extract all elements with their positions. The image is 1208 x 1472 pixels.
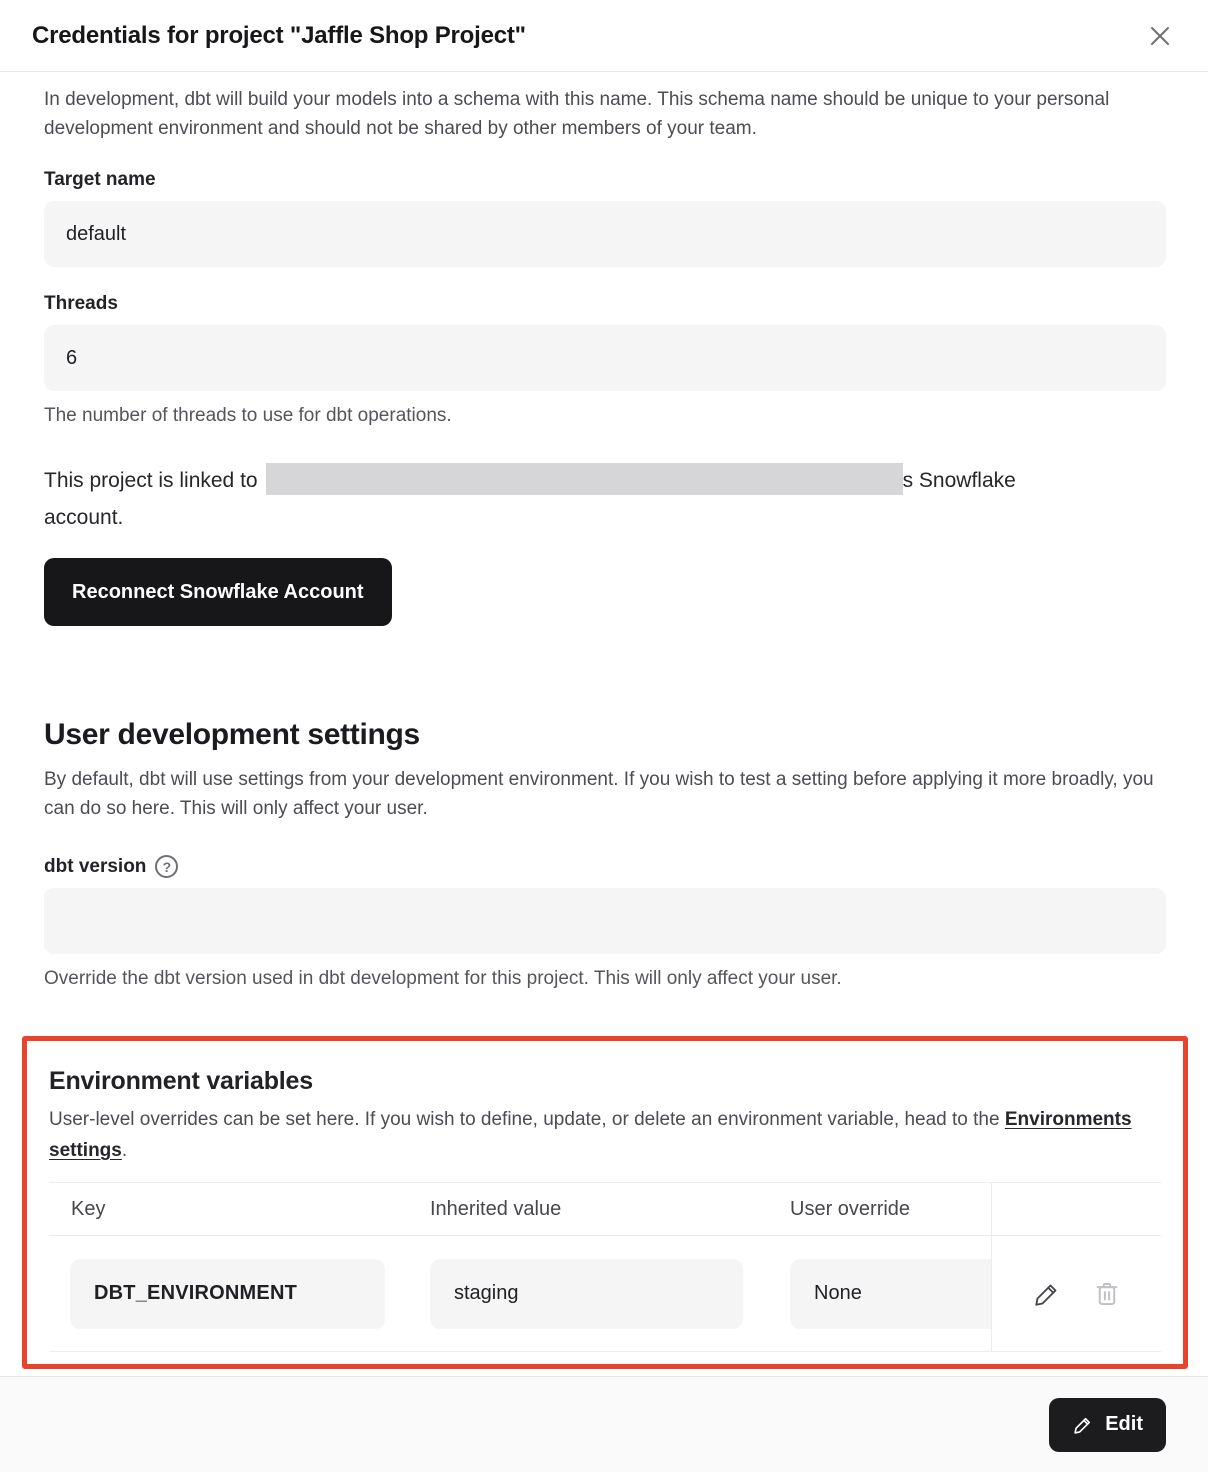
environment-variables-description: User-level overrides can be set here. If… [49,1104,1161,1166]
column-header-user-override: User override [790,1198,991,1221]
threads-input[interactable] [44,325,1166,391]
column-header-key: Key [49,1198,430,1221]
threads-label: Threads [44,293,1166,315]
trash-icon [1092,1279,1122,1309]
column-header-inherited-value: Inherited value [430,1198,790,1221]
target-name-label: Target name [44,169,1166,191]
environment-variables-section: Environment variables User-level overrid… [22,1036,1188,1369]
threads-helper: The number of threads to use for dbt ope… [44,405,1166,427]
redacted-account-name [266,463,903,495]
modal-footer: Edit [0,1376,1208,1472]
environment-variables-table: Key Inherited value User override DBT_EN… [49,1182,1161,1352]
close-icon [1146,22,1174,50]
snowflake-linked-text: This project is linked tos Snowflakeacco… [44,462,1166,536]
dbt-version-label: dbt version [44,856,146,878]
environment-variables-heading: Environment variables [49,1067,1161,1096]
modal-body: In development, dbt will build your mode… [0,85,1208,1369]
dbt-version-helper: Override the dbt version used in dbt dev… [44,968,1166,990]
help-icon[interactable]: ? [155,855,178,878]
table-header-row: Key Inherited value User override [49,1183,1161,1236]
env-var-inherited-value: staging [430,1259,743,1329]
edit-button-label: Edit [1105,1413,1143,1436]
delete-row-button[interactable] [1090,1277,1124,1311]
edit-pencil-icon [1072,1414,1094,1436]
user-dev-settings-heading: User development settings [44,718,1166,752]
edit-row-button[interactable] [1030,1277,1064,1311]
close-button[interactable] [1142,18,1178,54]
dbt-version-label-row: dbt version ? [44,855,1166,878]
reconnect-snowflake-button[interactable]: Reconnect Snowflake Account [44,558,392,626]
schema-description: In development, dbt will build your mode… [44,85,1166,143]
modal-title: Credentials for project "Jaffle Shop Pro… [32,22,526,50]
target-name-input[interactable] [44,201,1166,267]
dbt-version-input[interactable] [44,888,1166,954]
credentials-modal: Credentials for project "Jaffle Shop Pro… [0,0,1208,1369]
env-var-key-value: DBT_ENVIRONMENT [70,1259,385,1329]
env-var-user-override-value: None [790,1259,991,1329]
table-row: DBT_ENVIRONMENT staging None [49,1236,1161,1352]
column-header-actions [991,1183,1161,1235]
pencil-icon [1032,1279,1062,1309]
user-dev-settings-description: By default, dbt will use settings from y… [44,765,1166,823]
modal-header: Credentials for project "Jaffle Shop Pro… [0,0,1208,72]
edit-button[interactable]: Edit [1049,1398,1166,1452]
row-actions [991,1236,1161,1351]
